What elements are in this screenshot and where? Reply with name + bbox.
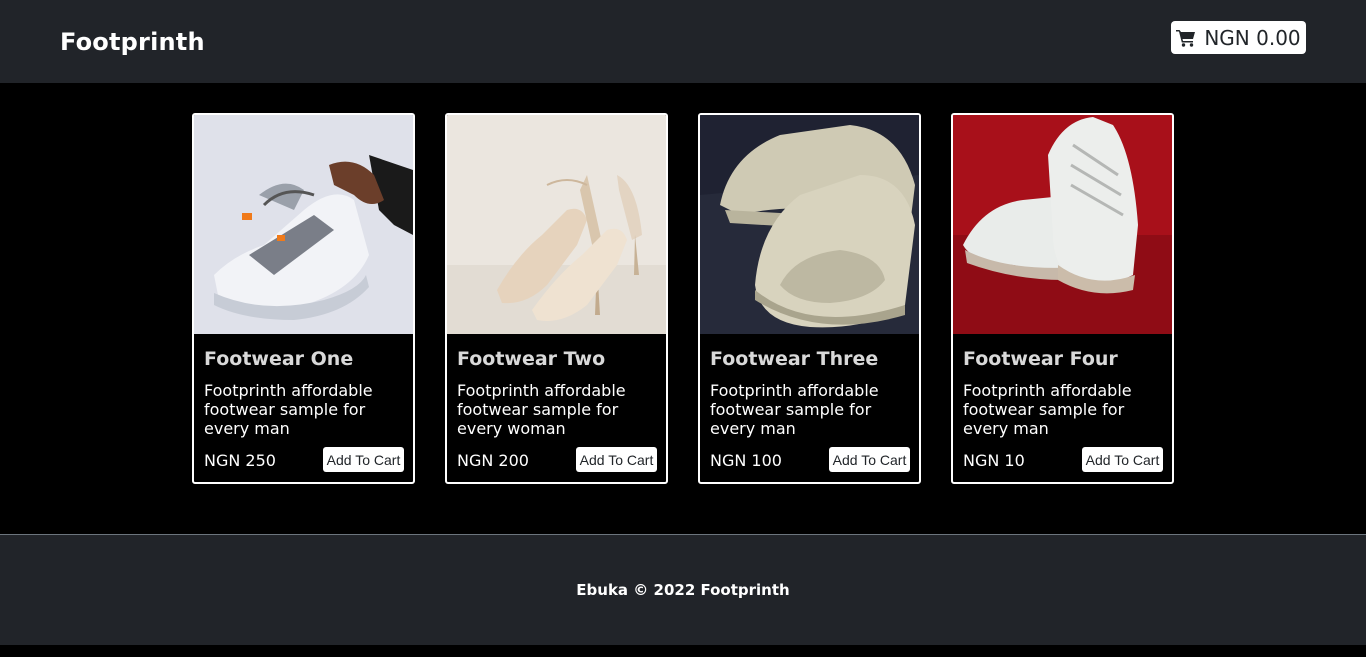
- product-title[interactable]: Footwear Four: [963, 347, 1118, 371]
- product-grid: Footwear One Footprinth affordable footw…: [192, 113, 1174, 484]
- add-to-cart-button[interactable]: Add To Cart: [829, 447, 910, 472]
- add-to-cart-button[interactable]: Add To Cart: [576, 447, 657, 472]
- product-description: Footprinth affordable footwear sample fo…: [457, 381, 626, 438]
- product-price: NGN 200: [457, 451, 529, 470]
- product-price: NGN 100: [710, 451, 782, 470]
- add-to-cart-button[interactable]: Add To Cart: [323, 447, 404, 472]
- cart-button[interactable]: NGN 0.00: [1171, 21, 1306, 54]
- cart-total: NGN 0.00: [1204, 25, 1301, 50]
- product-title[interactable]: Footwear Three: [710, 347, 878, 371]
- cart-icon: [1176, 29, 1196, 47]
- product-card: Footwear Four Footprinth affordable foot…: [951, 113, 1174, 484]
- product-title[interactable]: Footwear One: [204, 347, 353, 371]
- add-to-cart-button[interactable]: Add To Cart: [1082, 447, 1163, 472]
- product-image: [447, 115, 666, 334]
- product-description: Footprinth affordable footwear sample fo…: [710, 381, 879, 438]
- product-description: Footprinth affordable footwear sample fo…: [204, 381, 373, 438]
- brand-logo[interactable]: Footprinth: [60, 26, 205, 58]
- product-description: Footprinth affordable footwear sample fo…: [963, 381, 1132, 438]
- product-card: Footwear Three Footprinth affordable foo…: [698, 113, 921, 484]
- product-image: [194, 115, 413, 334]
- product-card: Footwear One Footprinth affordable footw…: [192, 113, 415, 484]
- footer: Ebuka © 2022 Footprinth: [0, 534, 1366, 645]
- product-price: NGN 250: [204, 451, 276, 470]
- product-card: Footwear Two Footprinth affordable footw…: [445, 113, 668, 484]
- footer-copyright: Ebuka © 2022 Footprinth: [576, 581, 790, 599]
- product-image: [700, 115, 919, 334]
- header: Footprinth NGN 0.00: [0, 0, 1366, 83]
- product-image: [953, 115, 1172, 334]
- product-title[interactable]: Footwear Two: [457, 347, 605, 371]
- product-price: NGN 10: [963, 451, 1025, 470]
